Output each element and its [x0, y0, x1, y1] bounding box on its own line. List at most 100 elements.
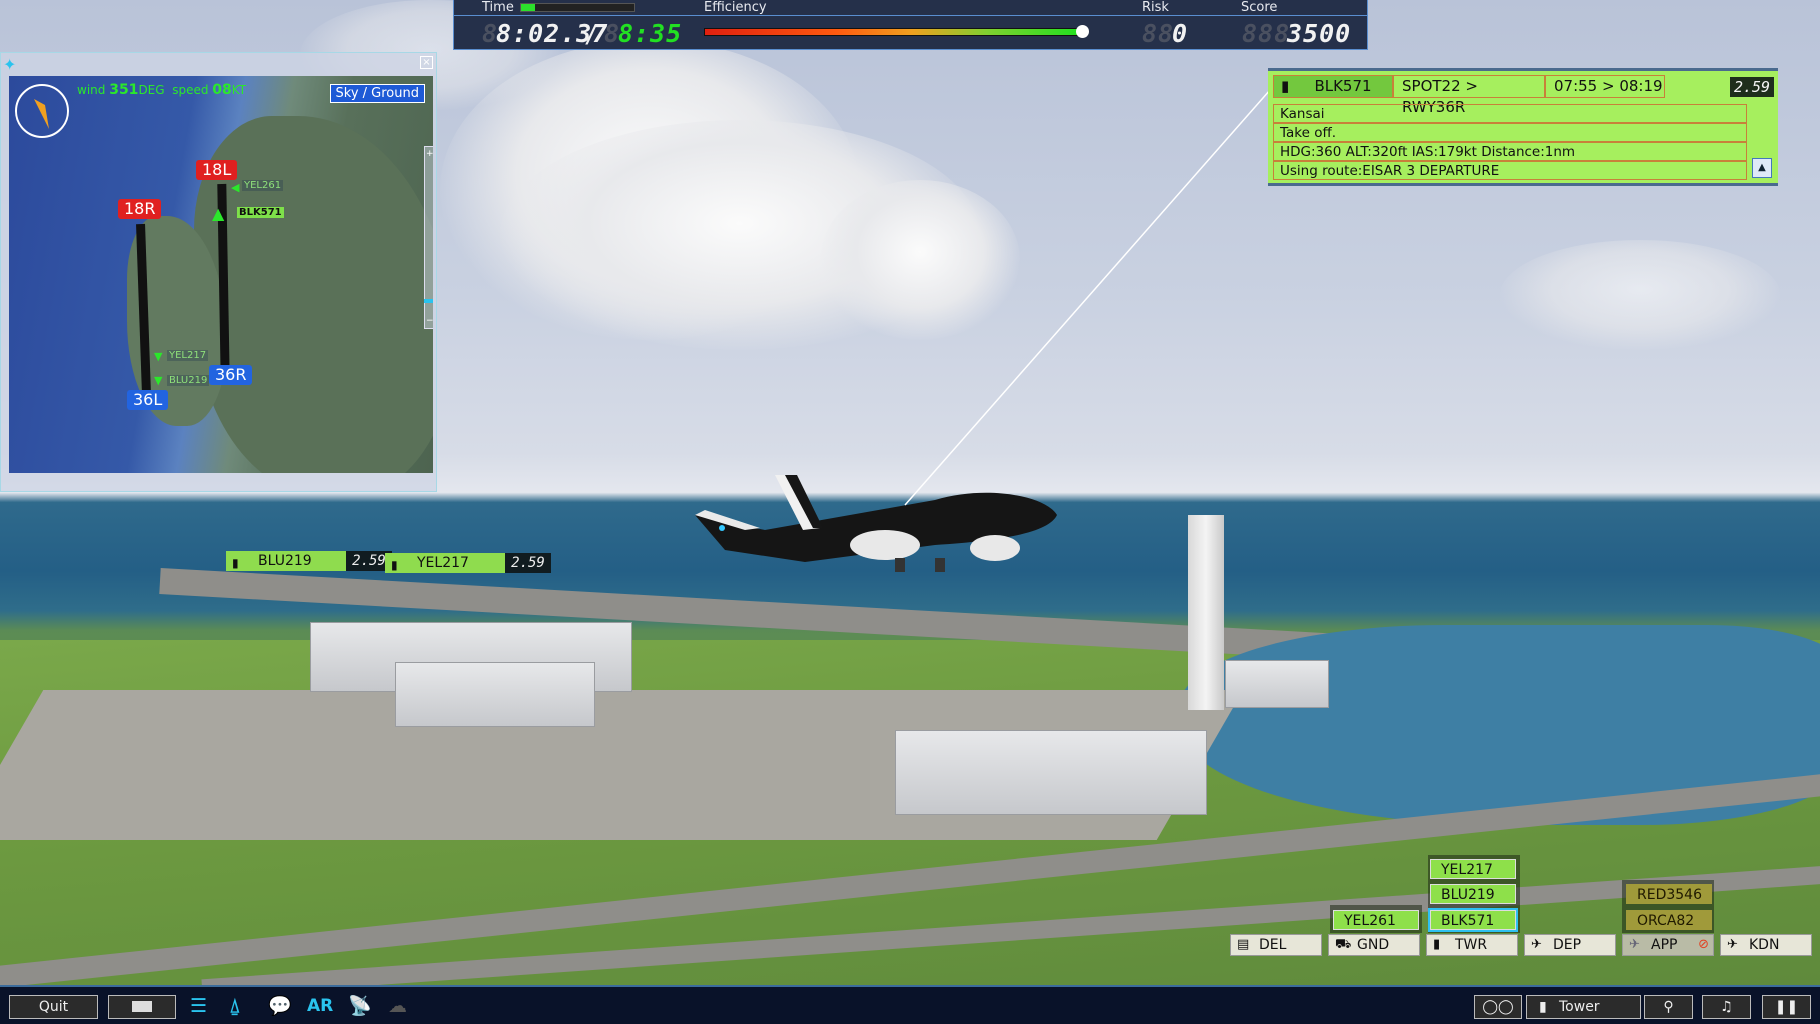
- controller-kdn[interactable]: ✈ KDN: [1720, 934, 1812, 956]
- efficiency-bar: [704, 28, 1083, 36]
- runway-label-18r: 18R: [118, 199, 162, 219]
- strip-yel261[interactable]: YEL261: [1333, 910, 1419, 930]
- flight-callsign[interactable]: ▮ BLK571: [1273, 75, 1393, 98]
- view-label: Tower: [1559, 999, 1600, 1015]
- window-toggle-button[interactable]: [108, 995, 176, 1019]
- collapse-panel-button[interactable]: ▲: [1752, 158, 1772, 178]
- strip-orca82[interactable]: ORCA82: [1626, 910, 1712, 930]
- controller-label: TWR: [1455, 937, 1488, 953]
- tag-callsign: YEL217: [417, 555, 469, 571]
- map-tag-blu219[interactable]: BLU219: [167, 375, 210, 386]
- disabled-icon: ⊘: [1698, 937, 1709, 952]
- cloud: [1500, 240, 1780, 350]
- controller-app[interactable]: ✈ APP ⊘: [1622, 934, 1714, 956]
- vehicle-icon: ⛟: [1335, 937, 1352, 952]
- world-tag-yel217[interactable]: ▮ YEL217 2.59: [385, 553, 551, 573]
- radar-window[interactable]: ✦ × wind 351DEG speed 08KT Sky / Ground …: [0, 52, 437, 492]
- risk-label: Risk: [1142, 0, 1169, 15]
- score-ghost-digits: 888: [1242, 19, 1291, 48]
- camera-view-select[interactable]: ▮ Tower: [1526, 995, 1641, 1019]
- controller-twr[interactable]: ▮ TWR: [1426, 934, 1518, 956]
- speed-unit: KT: [231, 83, 247, 97]
- controller-label: DEL: [1259, 937, 1287, 953]
- zoom-in-icon[interactable]: +: [426, 149, 433, 159]
- search-icon: ⚲: [1663, 999, 1674, 1015]
- quit-button[interactable]: Quit: [9, 995, 98, 1019]
- info-telemetry: HDG:360 ALT:320ft IAS:179kt Distance:1nm: [1273, 142, 1747, 161]
- wind-direction: 351: [109, 82, 139, 98]
- bottom-toolbar: Quit ☰ ⍙ 💬 AR 📡 ☁ ◯◯ ▮ Tower ⚲ ♫ ❚❚: [0, 985, 1820, 1024]
- status-hud: Time Efficiency Risk Score 8 8:02.37 / 8…: [453, 0, 1368, 50]
- music-button[interactable]: ♫: [1702, 995, 1751, 1019]
- map-zoom-slider[interactable]: + −: [424, 146, 433, 329]
- time-label: Time: [482, 0, 514, 15]
- aircraft-marker-icon: ▼: [154, 350, 163, 363]
- tower-icon: ▮: [1433, 937, 1441, 952]
- radar-antenna-icon[interactable]: 📡: [348, 995, 372, 1017]
- departure-plane-icon: ✈: [1531, 937, 1542, 952]
- wind-speed: 08: [212, 82, 232, 98]
- radar-map[interactable]: wind 351DEG speed 08KT Sky / Ground 18L …: [9, 76, 433, 473]
- music-icon: ♫: [1720, 999, 1733, 1015]
- controller-dep[interactable]: ✈ DEP: [1524, 934, 1616, 956]
- time-separator: /: [584, 19, 601, 48]
- controller-gnd[interactable]: ⛟ GND: [1328, 934, 1420, 956]
- approach-plane-icon: ✈: [1629, 937, 1640, 952]
- efficiency-indicator: [1076, 25, 1090, 38]
- wind-arrow-icon: [34, 99, 49, 129]
- terminal-building: [1225, 660, 1329, 708]
- efficiency-label: Efficiency: [704, 0, 767, 15]
- strip-blu219[interactable]: BLU219: [1430, 884, 1516, 904]
- controller-label: APP: [1651, 937, 1678, 953]
- hangar: [895, 730, 1207, 815]
- info-route: Using route:EISAR 3 DEPARTURE: [1273, 161, 1747, 180]
- info-instruction: Take off.: [1273, 123, 1747, 142]
- search-button[interactable]: ⚲: [1644, 995, 1693, 1019]
- map-tag-blk571[interactable]: BLK571: [237, 207, 284, 218]
- zoom-slider-handle[interactable]: [424, 299, 433, 303]
- world-tag-blu219[interactable]: ▮ BLU219 2.59: [226, 551, 392, 571]
- runway-label-36r: 36R: [209, 365, 253, 385]
- score-label: Score: [1241, 0, 1278, 15]
- flight-route: SPOT22 > RWY36R: [1393, 75, 1545, 116]
- sky-ground-toggle[interactable]: Sky / Ground: [329, 84, 425, 103]
- aircraft-marker-icon: ▼: [154, 374, 163, 387]
- map-tag-yel261[interactable]: YEL261: [242, 180, 284, 191]
- tag-callsign: BLU219: [258, 553, 312, 569]
- controller-del[interactable]: ▤ DEL: [1230, 934, 1322, 956]
- weather-icon[interactable]: ☁: [388, 995, 407, 1017]
- tower-icon: ▮: [391, 558, 398, 572]
- callsign-text: BLK571: [1314, 77, 1372, 95]
- risk-value: 0: [1172, 19, 1189, 48]
- wind-compass: [15, 84, 69, 138]
- close-icon[interactable]: ×: [420, 56, 433, 69]
- score-value: 3500: [1287, 19, 1352, 48]
- binoculars-button[interactable]: ◯◯: [1474, 995, 1522, 1019]
- ar-button[interactable]: AR: [307, 995, 333, 1017]
- risk-ghost-digits: 88: [1142, 19, 1175, 48]
- strip-yel217[interactable]: YEL217: [1430, 859, 1516, 879]
- radar-antenna-icon: ✦: [3, 55, 17, 74]
- wind-dir-unit: DEG: [138, 83, 165, 97]
- controller-label: DEP: [1553, 937, 1582, 953]
- zoom-out-icon[interactable]: −: [426, 316, 433, 326]
- jet-icon: ✈: [1727, 937, 1738, 952]
- controller-label: KDN: [1749, 937, 1780, 953]
- pause-button[interactable]: ❚❚: [1762, 995, 1811, 1019]
- strip-red3546[interactable]: RED3546: [1626, 884, 1712, 904]
- time-progress-fill: [521, 4, 535, 11]
- tower-icon: ▮: [232, 556, 239, 570]
- aircraft-marker-icon: ▲: [212, 204, 225, 223]
- strip-blk571[interactable]: BLK571: [1428, 908, 1518, 932]
- document-icon: ▤: [1237, 937, 1250, 952]
- chat-icon[interactable]: 💬: [268, 995, 292, 1017]
- runway-view-icon[interactable]: ⍙: [229, 995, 240, 1017]
- tower-icon: ▮: [1281, 77, 1290, 95]
- strip-list-icon[interactable]: ☰: [190, 995, 207, 1017]
- tag-timer: 2.59: [505, 553, 551, 573]
- flight-info-panel[interactable]: ▮ BLK571 SPOT22 > RWY36R 07:55 > 08:19 2…: [1268, 68, 1778, 186]
- control-tower: [1188, 515, 1224, 710]
- selection-leader-line: [904, 90, 1271, 506]
- controller-label: GND: [1357, 937, 1390, 953]
- map-tag-yel217[interactable]: YEL217: [167, 350, 209, 361]
